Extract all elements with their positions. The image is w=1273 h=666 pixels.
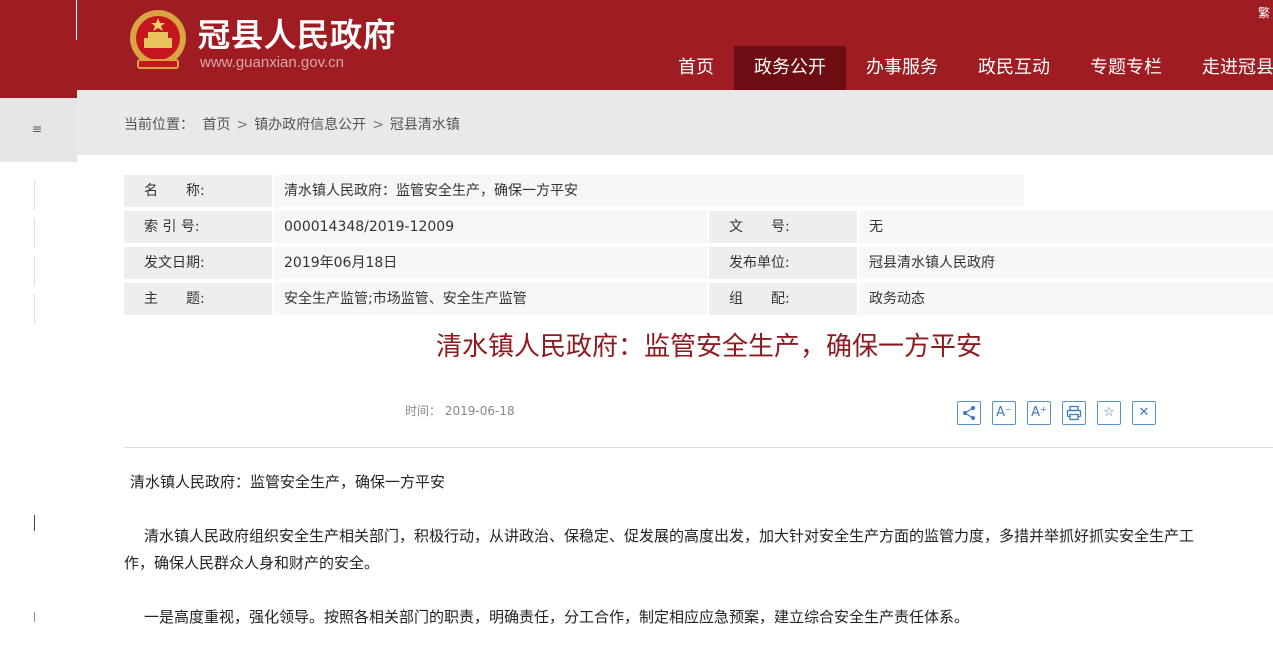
topic-value: 安全生产监管;市场监管、安全生产监管: [274, 283, 707, 315]
print-icon[interactable]: [1062, 401, 1086, 425]
article-divider: [124, 447, 1273, 448]
publish-time-label: 时间：: [405, 404, 442, 418]
font-decrease-icon[interactable]: A⁻: [992, 401, 1016, 425]
site-header: 冠县人民政府 www.guanxian.gov.cn 繁 首页 政务公开 办事服…: [0, 0, 1273, 90]
doc-no-value: 无: [859, 211, 1273, 243]
article-paragraph: 清水镇人民政府组织安全生产相关部门，积极行动，从讲政治、保稳定、促发展的高度出发…: [144, 527, 1195, 545]
menu-icon[interactable]: ≡: [32, 122, 42, 136]
share-icon[interactable]: [957, 401, 981, 425]
left-decor: [34, 180, 35, 210]
unit-label: 发布单位:: [709, 247, 857, 279]
date-value: 2019年06月18日: [274, 247, 707, 279]
breadcrumb: 当前位置： 首页 > 镇办政府信息公开 > 冠县清水镇: [124, 114, 464, 134]
breadcrumb-prefix: 当前位置：: [124, 117, 194, 133]
left-strip-red: [0, 90, 77, 98]
nav-item-topics[interactable]: 专题专栏: [1070, 46, 1182, 90]
info-row-date: 发文日期: 2019年06月18日 发布单位: 冠县清水镇人民政府: [124, 247, 1273, 279]
article-paragraph: 一是高度重视，强化领导。按照各相关部门的职责，明确责任，分工合作，制定相应应急预…: [144, 608, 970, 626]
breadcrumb-item-town-info[interactable]: 镇办政府信息公开: [254, 117, 366, 133]
close-icon[interactable]: ✕: [1132, 401, 1156, 425]
info-row-topic: 主 题: 安全生产监管;市场监管、安全生产监管 组 配: 政务动态: [124, 283, 1273, 315]
info-row-index: 索 引 号: 000014348/2019-12009 文 号: 无: [124, 211, 1273, 243]
main-nav: 首页 政务公开 办事服务 政民互动 专题专栏 走进冠县: [0, 46, 1273, 90]
font-increase-icon[interactable]: A⁺: [1027, 401, 1051, 425]
left-decor: [34, 256, 35, 286]
left-decor: [34, 294, 35, 324]
index-label: 索 引 号:: [124, 211, 272, 243]
group-label: 组 配:: [709, 283, 857, 315]
article-subtitle: 清水镇人民政府：监管安全生产，确保一方平安: [130, 473, 446, 491]
left-decor: [34, 612, 35, 622]
traditional-chinese-toggle[interactable]: 繁: [1258, 4, 1270, 21]
group-value: 政务动态: [859, 283, 1273, 315]
breadcrumb-bar: 当前位置： 首页 > 镇办政府信息公开 > 冠县清水镇: [77, 90, 1273, 155]
date-label: 发文日期:: [124, 247, 272, 279]
nav-item-about[interactable]: 走进冠县: [1182, 46, 1273, 90]
nav-item-home[interactable]: 首页: [660, 46, 732, 90]
publish-time: 时间： 2019-06-18: [405, 402, 515, 419]
article-paragraph: 作，确保人民群众人身和财产的安全。: [124, 554, 380, 572]
doc-no-label: 文 号:: [709, 211, 857, 243]
left-decor: [34, 218, 35, 248]
info-row-name: 名 称: 清水镇人民政府：监管安全生产，确保一方平安: [124, 175, 1024, 207]
index-value: 000014348/2019-12009: [274, 211, 707, 243]
unit-value: 冠县清水镇人民政府: [859, 247, 1273, 279]
nav-item-interaction[interactable]: 政民互动: [958, 46, 1070, 90]
header-divider-line: [76, 0, 77, 40]
breadcrumb-separator: >: [236, 117, 249, 133]
favorite-icon[interactable]: ☆: [1097, 401, 1121, 425]
name-value: 清水镇人民政府：监管安全生产，确保一方平安: [274, 175, 1024, 207]
nav-item-government-affairs[interactable]: 政务公开: [734, 46, 846, 90]
left-decor: [34, 515, 35, 531]
nav-item-services[interactable]: 办事服务: [846, 46, 958, 90]
breadcrumb-item-qingshui[interactable]: 冠县清水镇: [390, 117, 460, 133]
article-title: 清水镇人民政府：监管安全生产，确保一方平安: [435, 332, 982, 362]
publish-time-value: 2019-06-18: [444, 404, 515, 418]
breadcrumb-separator: >: [372, 117, 384, 133]
name-label: 名 称:: [124, 175, 272, 207]
topic-label: 主 题:: [124, 283, 272, 315]
breadcrumb-item-home[interactable]: 首页: [202, 117, 230, 133]
